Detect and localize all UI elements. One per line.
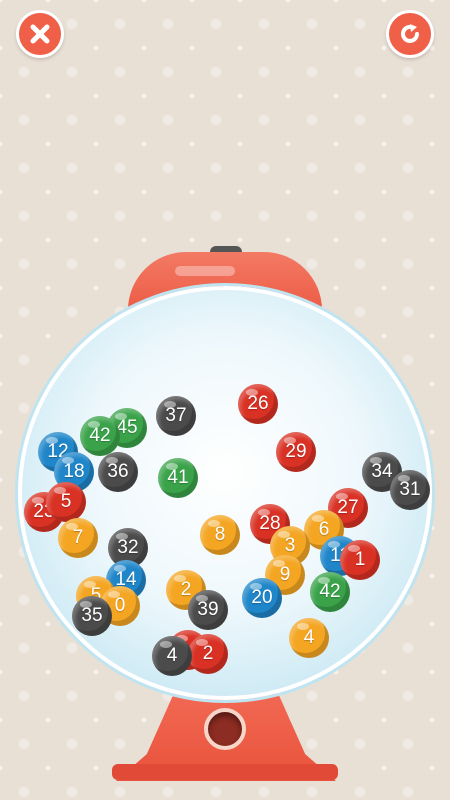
ball-4[interactable]: 4: [152, 636, 192, 676]
cap-highlight: [175, 266, 235, 276]
ball-42[interactable]: 42: [80, 416, 120, 456]
ball-5[interactable]: 5: [46, 482, 86, 522]
ball-2[interactable]: 2: [188, 634, 228, 674]
ball-26[interactable]: 26: [238, 384, 278, 424]
machine-base-bottom: [112, 764, 338, 780]
ball-8[interactable]: 8: [200, 515, 240, 555]
ball-36[interactable]: 36: [98, 452, 138, 492]
ball-31[interactable]: 31: [390, 470, 430, 510]
ball-4[interactable]: 4: [289, 618, 329, 658]
dispense-slot[interactable]: [204, 708, 246, 750]
ball-35[interactable]: 35: [72, 596, 112, 636]
ball-1[interactable]: 1: [340, 540, 380, 580]
ball-42[interactable]: 42: [310, 572, 350, 612]
ball-20[interactable]: 20: [242, 578, 282, 618]
ball-39[interactable]: 39: [188, 590, 228, 630]
ball-7[interactable]: 7: [58, 518, 98, 558]
ball-29[interactable]: 29: [276, 432, 316, 472]
gumball-machine: 2637454212183641293431235782827631113214…: [0, 0, 450, 800]
ball-41[interactable]: 41: [158, 458, 198, 498]
ball-37[interactable]: 37: [156, 396, 196, 436]
